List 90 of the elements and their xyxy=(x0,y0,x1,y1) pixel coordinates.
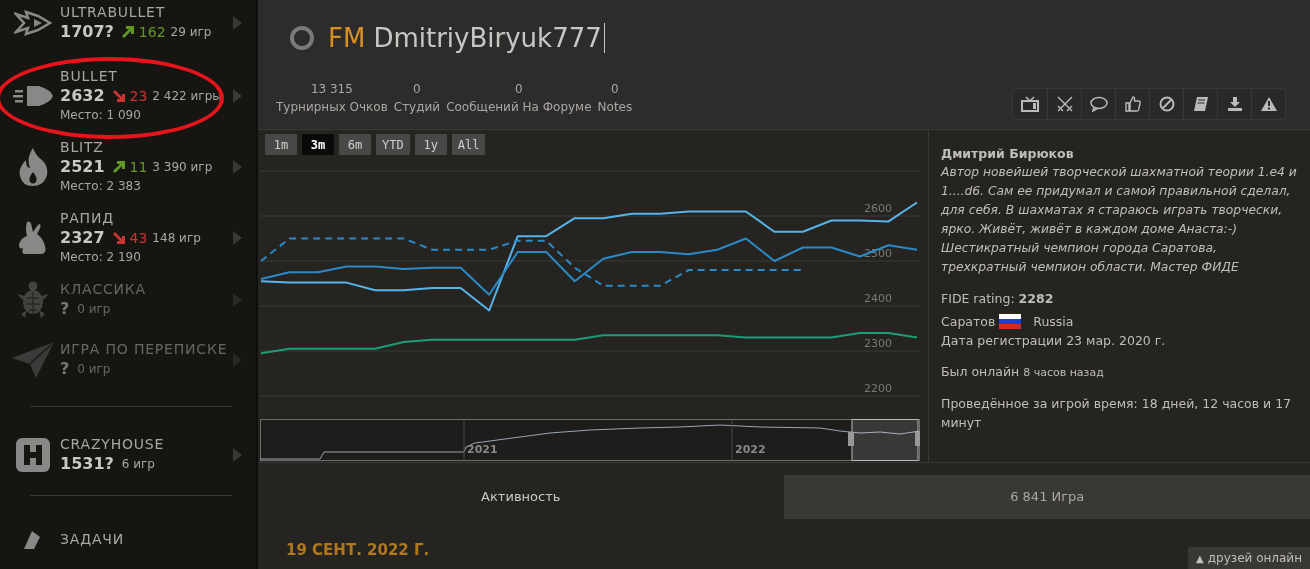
timeline-navigator[interactable] xyxy=(260,419,920,461)
stat-value: 13 315 xyxy=(309,81,354,98)
range-button[interactable]: YTD xyxy=(376,134,410,155)
variant-name: ЗАДАЧИ xyxy=(60,530,125,548)
tab[interactable]: 6 841 Игра xyxy=(784,475,1310,519)
rating-value: 1531? xyxy=(60,452,114,475)
bio-text: Автор новейшей творческой шахматной теории 1.e4 и 1....d6. Сам ее придумал и самой правильной сделал, для себя. В шахматах я стараюсь играть творчески, ярко. Живёт, живёт в каждом доме Анаста:-) Шестикратный чемпион города Саратова, трехкратный чемпион области. Мастер ФИДЕ xyxy=(941,164,1298,276)
rank-text: Место: 1 090 xyxy=(60,107,142,124)
rating-item[interactable]: КЛАССИКА ? 0 игр xyxy=(0,280,256,320)
city-name: Саратов xyxy=(941,313,996,331)
variant-name: CRAZYHOUSE xyxy=(60,434,166,453)
rating-value: ? xyxy=(60,358,70,380)
games-count: 148 игр xyxy=(152,230,201,247)
bullet-icon xyxy=(13,83,53,108)
rating-value: 2521 xyxy=(60,156,105,178)
rating-change: 43 xyxy=(129,229,148,248)
username: DmitriyBiryuk777 xyxy=(373,23,605,53)
axis-tick-label: 2300 xyxy=(864,337,892,350)
rating-item[interactable]: РАПИД 2327 43 148 игр Место: 2 190 xyxy=(0,209,256,266)
games-count: 0 игр xyxy=(77,361,111,378)
range-button[interactable]: 6m xyxy=(339,134,371,155)
stat-link[interactable]: 13 315 Турнирных Очков xyxy=(276,80,388,116)
rank-text: Место: 2 190 xyxy=(60,249,142,266)
tv-icon xyxy=(1021,96,1039,112)
variant-name: BLITZ xyxy=(60,138,105,156)
turtle-icon xyxy=(15,280,51,320)
flame-icon xyxy=(18,147,48,186)
last-seen-label: Был онлайн xyxy=(941,363,1020,381)
stat-link[interactable]: 0 Сообщений На Форуме xyxy=(446,80,592,116)
real-name: Дмитрий Бирюков xyxy=(941,145,1075,163)
timeline-label: 2021 xyxy=(467,443,498,456)
flag-icon xyxy=(999,314,1022,329)
rank-text: Место: 2 383 xyxy=(60,178,142,195)
games-count: 0 игр xyxy=(77,301,111,318)
country-name: Russia xyxy=(1033,313,1074,331)
rating-change: 23 xyxy=(129,87,148,106)
stat-link[interactable]: 0 Студий xyxy=(393,80,441,116)
rating-change: 162 xyxy=(138,23,166,42)
join-date: Дата регистрации 23 мар. 2020 г. xyxy=(941,332,1167,350)
rating-value: 2632 xyxy=(60,85,105,107)
last-seen-time: 8 часов назад xyxy=(1023,365,1104,381)
speech-bubble-icon xyxy=(1089,96,1108,112)
block-icon xyxy=(1158,96,1175,112)
warning-icon xyxy=(1259,96,1278,112)
stat-label: Notes xyxy=(597,99,633,116)
thumbs-up-icon xyxy=(1124,96,1141,112)
games-count: 6 игр xyxy=(121,455,155,473)
range-button[interactable]: 1y xyxy=(414,134,447,155)
stat-value: 0 xyxy=(412,81,422,98)
rating-change: 11 xyxy=(129,158,148,177)
friends-online-button[interactable]: ▲ друзей онлайн xyxy=(1188,547,1310,569)
h-square-icon xyxy=(16,437,50,472)
rating-item[interactable]: BLITZ 2521 11 3 390 игр Место: 2 383 xyxy=(0,138,256,195)
stat-label: Турнирных Очков xyxy=(276,99,388,116)
paper-plane-icon xyxy=(12,342,54,378)
variant-name: КЛАССИКА xyxy=(60,280,147,298)
stat-label: Сообщений На Форуме xyxy=(446,99,592,116)
games-count: 29 игр xyxy=(170,24,212,41)
games-count: 3 390 игр xyxy=(152,159,213,176)
range-button[interactable]: All xyxy=(451,134,486,155)
axis-tick-label: 2600 xyxy=(864,202,892,215)
variant-name: РАПИД xyxy=(60,209,115,227)
book-icon xyxy=(1192,96,1209,112)
stat-label: Студий xyxy=(393,99,441,116)
player-title: FM xyxy=(328,23,366,53)
rating-item[interactable]: ЗАДАЧИ xyxy=(0,523,256,555)
crossed-swords-icon xyxy=(1056,96,1073,112)
rating-value: ? xyxy=(60,298,70,320)
download-icon xyxy=(1226,96,1243,112)
variant-name: ИГРА ПО ПЕРЕПИСКЕ xyxy=(60,340,229,358)
range-button[interactable]: 3m xyxy=(302,134,334,155)
playtime-text: Проведённое за игрой время: 18 дней, 12 часов и 17 минут xyxy=(941,395,1293,432)
activity-date: 19 СЕНТ. 2022 Г. xyxy=(286,541,430,559)
rating-item[interactable]: ULTRABULLET 1707? 162 29 игр xyxy=(0,3,256,43)
stat-value: 0 xyxy=(610,81,620,98)
rating-item[interactable]: CRAZYHOUSE 1531? 6 игр xyxy=(0,434,256,475)
stat-link[interactable]: 0 Notes xyxy=(597,80,633,116)
caret-icon: ▲ xyxy=(1196,552,1204,564)
variant-name: BULLET xyxy=(60,67,119,85)
rating-value: 1707? xyxy=(60,21,114,43)
stat-value: 0 xyxy=(514,81,524,98)
variant-name: ULTRABULLET xyxy=(60,3,167,21)
axis-tick-label: 2400 xyxy=(864,292,892,305)
lightning-bullet-icon xyxy=(14,8,52,38)
axis-tick-label: 2200 xyxy=(864,382,892,395)
rating-item[interactable]: ИГРА ПО ПЕРЕПИСКЕ ? 0 игр xyxy=(0,340,256,380)
timeline-label: 2022 xyxy=(735,443,766,456)
rating-value: 2327 xyxy=(60,227,105,249)
fide-rating: FIDE rating: 2282 xyxy=(941,290,1055,308)
range-button[interactable]: 1m xyxy=(265,134,297,155)
